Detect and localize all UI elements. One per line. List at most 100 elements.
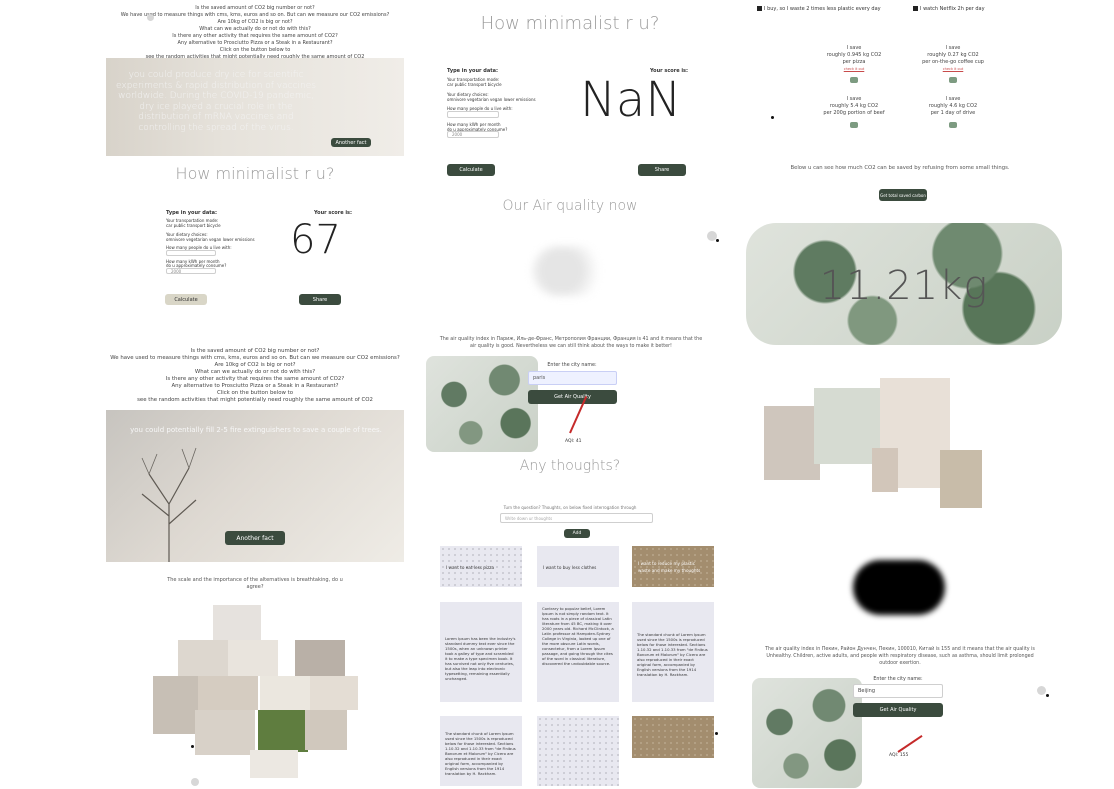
collage-tile (258, 710, 308, 752)
eucalyptus-image-2 (752, 678, 862, 788)
city-input[interactable]: Beijing (853, 684, 943, 698)
save-item-line: roughly 5.4 kg CO2 (829, 103, 879, 109)
thought-card[interactable] (537, 716, 619, 786)
photo-collage (150, 600, 360, 780)
city-input[interactable]: paris (528, 371, 617, 385)
question-line: Is the saved amount of CO2 big number or… (195, 5, 315, 11)
decor-dot (771, 116, 774, 119)
thought-card[interactable]: The standard chunk of Lorem Ipsum used s… (632, 602, 714, 702)
checkbox-icon[interactable] (913, 6, 918, 11)
save-item: I save roughly 5.4 kg CO2 per 200g porti… (812, 96, 896, 128)
thoughts-input[interactable]: Write down ur thoughts (500, 513, 653, 523)
question-line: We have used to measure things with cms,… (110, 355, 400, 361)
people-input[interactable] (447, 111, 499, 118)
thought-card[interactable]: I want to reduce my plastic waste and ma… (632, 546, 714, 587)
thoughts-hint: Turn the question? Thoughts, on below fi… (503, 505, 637, 510)
total-saved-banner: 11.21kg (746, 223, 1062, 345)
collage-tile (178, 640, 228, 676)
room-collage (764, 378, 984, 508)
diet-options[interactable]: omnivore vegetarian vegan lower emission… (447, 96, 536, 103)
thought-card[interactable]: I want to eat less pizza (440, 546, 522, 587)
mini-title: How minimalist r u? (175, 164, 335, 183)
collage-tile (250, 750, 298, 778)
get-total-saved-carbon-button[interactable]: Get total saved carbon (879, 189, 927, 201)
checkbox-icon[interactable] (757, 6, 762, 11)
page-root: { "col1": { "top_q": [ "Is the saved amo… (0, 0, 1114, 789)
leaf-icon (850, 77, 858, 83)
save-item-line: I save (945, 45, 961, 51)
share-button[interactable]: Share (299, 294, 341, 305)
get-air-quality-button[interactable]: Get Air Quality (528, 390, 617, 404)
thought-card-text: Lorem Ipsum has been the industry's stan… (445, 636, 516, 681)
question-line: Click on the button below to (216, 390, 294, 396)
save-item-line: I save (846, 96, 862, 102)
decor-dot (191, 778, 199, 786)
thought-card[interactable]: Contrary to popular belief, Lorem Ipsum … (537, 602, 619, 702)
thoughts-title: Any thoughts? (519, 458, 621, 474)
get-air-quality-button[interactable]: Get Air Quality (853, 703, 943, 717)
decor-dot (716, 239, 719, 242)
below-text: Below u can see how much CO2 can be save… (790, 165, 1010, 171)
eucalyptus-image (426, 356, 538, 452)
thought-card[interactable]: I want to buy less clothes (537, 546, 619, 587)
calculate-button[interactable]: Calculate (447, 164, 495, 176)
save-item-line: per 200g portion of beef (823, 110, 885, 116)
people-input[interactable] (166, 250, 216, 256)
thought-card-text: Contrary to popular belief, Lorem Ipsum … (542, 606, 614, 666)
score-value: 67 (290, 217, 341, 263)
share-button[interactable]: Share (638, 164, 686, 176)
decor-dot (715, 732, 718, 735)
collage-tile (305, 710, 347, 750)
decor-dot (191, 745, 194, 748)
another-fact-button-2[interactable]: Another fact (225, 531, 285, 545)
save-item: I save roughly 4.6 kg CO2 per 1 day of d… (906, 96, 1000, 128)
question-line: Any alternative to Prosciutto Pizza or a… (171, 383, 339, 389)
city-label: Enter the city name: (873, 677, 923, 682)
air-quality-description: The air quality index in Париж, Иль-де-Ф… (439, 337, 703, 349)
scale-text: The scale and the importance of the alte… (167, 577, 343, 590)
collage-tile (198, 676, 258, 710)
thought-card[interactable] (632, 716, 714, 758)
col2-minimalist-section: Type in your data: Your score is: Your t… (426, 40, 714, 190)
checkbox-netflix[interactable]: I watch Netflix 2h per day (913, 6, 985, 13)
save-item-line: roughly 0.945 kg CO2 (826, 52, 882, 58)
decor-dot (147, 14, 154, 21)
save-item: I save roughly 0.27 kg CO2 per on-the-go… (906, 45, 1000, 83)
score-label: Your score is: (314, 210, 353, 216)
save-item-line: roughly 4.6 kg CO2 (928, 103, 978, 109)
air-quality-title: Our Air quality now (502, 198, 638, 214)
decor-dot (1037, 686, 1046, 695)
save-item: I save roughly 0.945 kg CO2 per pizza ch… (812, 45, 896, 83)
fact-text: you could produce dry ice for scientific… (116, 70, 316, 133)
question-line: What can we actually do or not do with t… (199, 26, 311, 32)
type-data-label: Type in your data: (447, 68, 498, 74)
diet-options[interactable]: omnivore vegetarian vegan lower emission… (166, 236, 255, 243)
check-it-out-link[interactable]: check it out (812, 66, 896, 73)
total-saved-value: 11.21kg (819, 263, 989, 309)
decor-dot (1046, 694, 1049, 697)
col1-top-question-block: Is the saved amount of CO2 big number or… (106, 0, 404, 60)
another-fact-button[interactable]: Another fact (331, 138, 371, 147)
transport-options[interactable]: car public transport bicycle (166, 222, 221, 229)
transport-options[interactable]: car public transport bicycle (447, 81, 502, 88)
collage-tile (153, 676, 198, 734)
kwh-input[interactable]: 2000 (447, 131, 499, 138)
air-quality-description-2: The air quality index in Пекин, Район Ду… (765, 647, 1035, 666)
thought-card[interactable]: Lorem Ipsum has been the industry's stan… (440, 602, 522, 702)
thought-card[interactable]: The standard chunk of Lorem Ipsum used s… (440, 716, 522, 786)
question-line: Click on the button below to (219, 47, 291, 53)
thought-card-text: The standard chunk of Lorem Ipsum used s… (445, 731, 516, 776)
fact-photo-section-2: you could potentially fill 2-5 fire exti… (106, 410, 404, 562)
question-line: What can we actually do or not do with t… (194, 369, 316, 375)
checkbox-plastic[interactable]: I buy, so I waste 2 times less plastic e… (757, 6, 881, 13)
add-thought-button[interactable]: Add (564, 529, 590, 538)
thought-card-text: I want to eat less pizza (446, 565, 495, 570)
kwh-input[interactable]: 2000 (166, 268, 216, 274)
collage-tile (213, 605, 261, 641)
leaf-icon (949, 122, 957, 128)
save-item-line: per 1 day of drive (930, 110, 976, 116)
check-it-out-link[interactable]: check it out (906, 66, 1000, 73)
branch-illustration (141, 447, 197, 562)
calculate-button[interactable]: Calculate (165, 294, 207, 305)
cloud-image (532, 246, 606, 296)
